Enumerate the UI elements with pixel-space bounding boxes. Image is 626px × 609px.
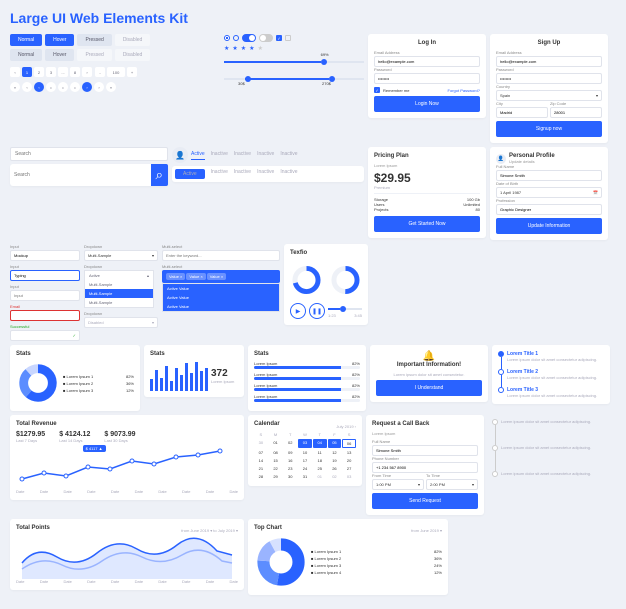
stats-progress-card: Stats Lorem Ipsum82% Lorem Ipsum82% Lore… [248,345,366,411]
callback-to[interactable]: 2:00 PM▾ [426,479,478,490]
signup-country[interactable]: Spain▾ [496,90,602,101]
search-icon: ⌕ [156,167,163,182]
slider-range[interactable]: 30$ 270$ [224,75,364,83]
points-range[interactable]: from June 2019 ▾ to July 2019 ▾ [181,528,238,533]
alert-card: 🔔 Important Information! Lorem ipsum dol… [370,345,488,402]
timeline-card: Lorem Title 1Lorem ipsum dolor sit amet … [492,345,610,404]
profile-name[interactable] [496,170,602,181]
stats-bar-card: Stats 372Lorem Ipsum [144,345,244,397]
remember-check[interactable]: ✓ [374,87,380,93]
profile-card: 👤Personal ProfileUpdate details Full Nam… [490,147,608,240]
pagination-arrows[interactable]: «‹‹•••››» [10,82,220,92]
signup-city[interactable] [496,107,548,118]
calendar-icon: 📅 [593,190,598,195]
input-plain[interactable] [10,290,80,301]
btn-hover-2[interactable]: Hover [45,49,74,61]
stepper[interactable]: -100+ [95,67,137,77]
area-chart [16,535,238,579]
callback-phone[interactable] [372,462,478,473]
check-icon: ✓ [73,333,76,338]
input-success[interactable]: ✓ [10,330,80,341]
chevron-down-icon: ▾ [152,253,154,258]
chevron-down-icon: ▾ [596,93,598,98]
search-input-2[interactable] [10,169,151,181]
dropdown-disabled: Disabled▾ [84,317,158,328]
topchart-card: Top Chartfrom June 2019 ▾ ■ Lorem Ipsum … [248,519,448,595]
calendar-grid[interactable]: SMTWTFS 30010203040506 07080910111213 14… [254,431,356,480]
checkbox-off[interactable] [285,35,291,41]
btn-normal-2[interactable]: Normal [10,49,42,61]
pause-button[interactable]: ❚❚ [309,303,325,319]
login-password[interactable] [374,73,480,84]
page-title: Large UI Web Elements Kit [10,10,616,26]
input-typing[interactable] [10,270,80,281]
toggle-off[interactable] [259,34,273,42]
profile-dob[interactable]: 1 April 1987📅 [496,187,602,198]
signup-zip[interactable] [550,107,602,118]
slider-single[interactable]: 69% [224,58,364,66]
search-input-1[interactable] [10,147,168,161]
btn-pressed-2[interactable]: Pressed [77,49,111,61]
pagination-numbers[interactable]: ‹123...8› [10,67,92,77]
radio-on[interactable] [224,35,230,41]
btn-hover[interactable]: Hover [45,34,74,46]
user-icon: 👤 [175,151,185,160]
donut-chart-top [254,535,308,589]
btn-normal[interactable]: Normal [10,34,42,46]
callback-card: Request a Call Back Lorem Ipsum Full Nam… [366,415,484,515]
tabs-row-2[interactable]: ActiveInactiveInactiveInactiveInactive [175,169,361,179]
revenue-card: Total Revenue $1279.95Last 7 Days $ 4124… [10,415,244,500]
login-button[interactable]: Login Now [374,96,480,112]
pie-chart [16,361,60,405]
btn-disabled: Disabled [115,34,150,46]
texfio-card: Texfio ▶ ❚❚ 1:233:45 [284,244,368,325]
timeline-plain: Lorem ipsum dolor sit amet consectetur a… [488,415,606,481]
bell-icon: 🔔 [376,351,482,362]
keyword-input[interactable] [162,250,280,261]
alert-button[interactable]: I Understand [376,380,482,396]
signup-card: Sign Up Email Address Password Country S… [490,34,608,143]
input-email[interactable] [10,310,80,321]
stats-donut-card: Stats ■ Lorem Ipsum 182% ■ Lorem Ipsum 2… [10,345,140,411]
signup-button[interactable]: Signup now [496,121,602,137]
user-icon: 👤 [496,154,506,164]
dropdown-open[interactable]: Active▴ Multi-Sample Multi-Sample Multi-… [84,270,154,308]
toggle-on[interactable] [242,34,256,42]
dropdown-1[interactable]: Multi-Sample▾ [84,250,158,261]
points-card: Total Pointsfrom June 2019 ▾ to July 201… [10,519,244,590]
calendar-month[interactable]: July 2019 › [336,424,356,429]
topchart-range[interactable]: from June 2019 ▾ [411,528,442,533]
line-chart [16,447,238,489]
input-mockup[interactable] [10,250,80,261]
play-button[interactable]: ▶ [290,303,306,319]
login-card: Log In Email Address Password ✓Remember … [368,34,486,118]
callback-button[interactable]: Send Request [372,493,478,509]
donut-chart [290,260,323,300]
revenue-badge: $ 4117 ▲ [83,445,106,452]
bar-chart [150,361,208,391]
search-button[interactable]: ⌕ [151,164,168,186]
media-slider[interactable] [328,305,362,313]
multiselect[interactable]: Value ×Value ×Value × [162,270,280,283]
pricing-button[interactable]: Get Started Now [374,216,480,232]
tabs-row-1[interactable]: ActiveInactiveInactiveInactiveInactive [191,151,298,160]
profile-button[interactable]: Update Information [496,218,602,234]
star-rating[interactable]: ★★★★★ [224,45,364,52]
btn-disabled-2: Disabled [115,49,150,61]
callback-name[interactable] [372,445,478,456]
avatar[interactable]: 👤 [172,147,188,163]
signup-password[interactable] [496,73,602,84]
btn-pressed[interactable]: Pressed [77,34,111,46]
multiselect-options[interactable]: Active Value Active Value Active Value [162,283,280,312]
profile-prof[interactable] [496,204,602,215]
calendar-card: CalendarJuly 2019 › SMTWTFS 300102030405… [248,415,362,486]
login-email[interactable] [374,56,480,67]
pricing-card: Pricing Plan Lorem Ipsum $29.95 Premium … [368,147,486,238]
forgot-link[interactable]: Forgot Password? [448,88,480,93]
checkbox[interactable]: ✓ [276,35,282,41]
radio-off[interactable] [233,35,239,41]
donut-chart-2 [329,260,362,300]
signup-email[interactable] [496,56,602,67]
callback-from[interactable]: 1:00 PM▾ [372,479,424,490]
